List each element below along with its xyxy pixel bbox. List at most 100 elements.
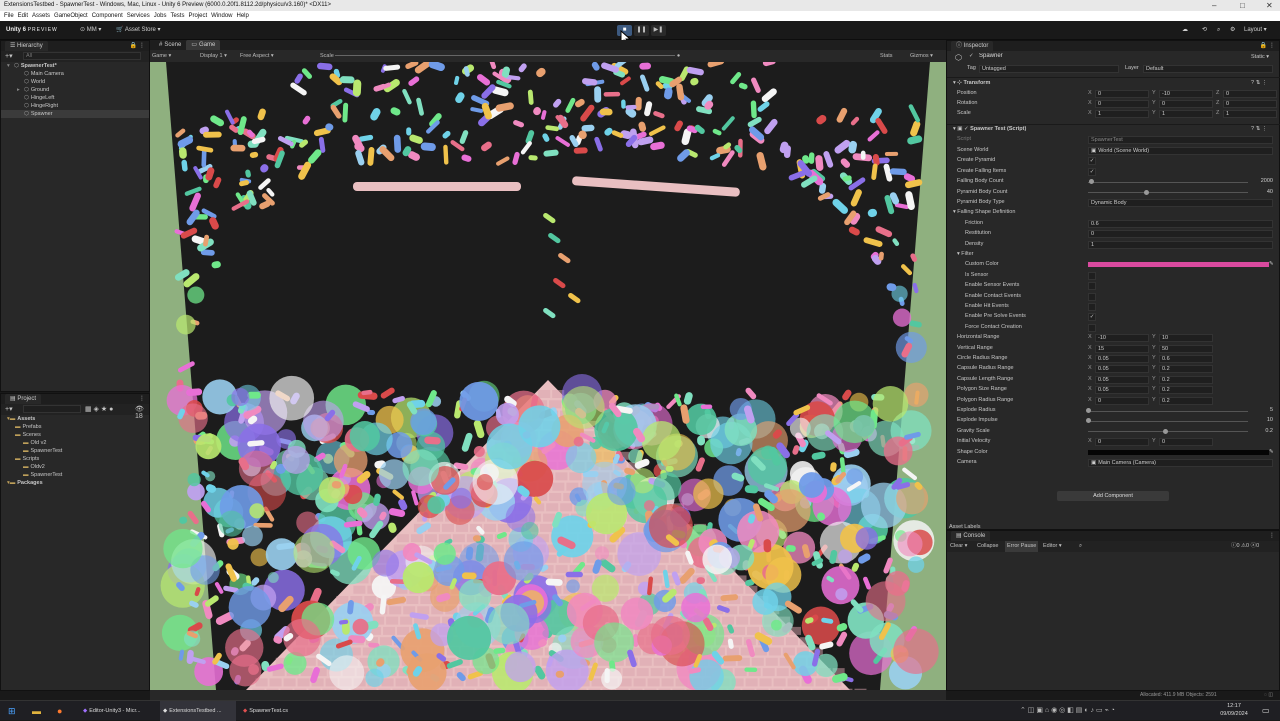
hierarchy-item[interactable]: ▸ ⬡ Ground [1,86,149,94]
tab-inspector[interactable]: ⓘ Inspector [951,41,994,51]
prop-slider-track[interactable] [1088,192,1248,194]
prop-slider-track[interactable] [1088,431,1248,433]
prop-y-field[interactable]: 0 [1159,438,1213,447]
prop-x-field[interactable]: 0.05 [1095,386,1149,395]
account-dropdown[interactable]: ⊙ MM ▾ [80,21,101,40]
prop-slider-value[interactable]: 2000 [1253,178,1273,186]
transform-y-field[interactable]: -10 [1159,90,1213,98]
minimize-icon[interactable]: – [1212,0,1216,11]
script-header[interactable]: ▾ ▣ ✓ Spawner Test (Script) [953,125,1026,134]
hierarchy-item[interactable]: ⬡ World [1,78,149,86]
hierarchy-item[interactable]: ⬡ HingeLeft [1,94,149,102]
hierarchy-item[interactable]: ⬡ HingeRight [1,102,149,110]
prop-x-field[interactable]: 0 [1095,396,1149,405]
prop-slider-track[interactable] [1088,410,1248,412]
prop-obj-field[interactable]: ▣ World (Scene World) [1088,147,1273,155]
menu-component[interactable]: Component [92,13,123,19]
search-icon[interactable]: ⌕ [1217,21,1220,40]
prop-slider-value[interactable]: 5 [1253,407,1273,415]
error-pause-button[interactable]: Error Pause [1005,541,1039,552]
collapse-button[interactable]: Collapse [977,541,998,552]
prop-slider-knob[interactable] [1143,189,1149,195]
project-item[interactable]: ▬ SpawnerTest [1,471,149,479]
tab-hierarchy[interactable]: ☰ Hierarchy [5,41,48,51]
project-item[interactable]: ▬ Scenes [1,431,149,439]
prop-checkbox[interactable] [1088,282,1096,291]
prop-y-field[interactable]: 0.2 [1159,375,1213,384]
layer-dropdown[interactable]: Default [1143,65,1273,73]
menu-services[interactable]: Services [127,13,150,19]
layout-dropdown[interactable]: Layout ▾ [1244,21,1267,40]
transform-x-field[interactable]: 1 [1095,110,1149,118]
stats-button[interactable]: Stats [880,50,893,62]
component-menu-icon[interactable]: ? ⇅ ⋮ [1251,125,1267,134]
taskbar-app[interactable]: ◆ ExtensionsTestbed ... [160,701,236,721]
transform-z-field[interactable]: 0 [1223,100,1277,108]
prop-y-field[interactable]: 0.6 [1159,355,1213,363]
prop-y-field[interactable]: 0.2 [1159,396,1213,405]
aspect-dropdown[interactable]: Free Aspect ▾ [240,50,274,62]
prop-y-field[interactable]: 10 [1159,334,1213,343]
cloud-icon[interactable]: ☁ [1182,21,1188,40]
notification-icon[interactable]: ▭ [1262,701,1270,721]
hierarchy-search-input[interactable]: All [23,52,141,60]
prop-slider-track[interactable] [1088,420,1248,422]
expand-arrow-icon[interactable]: ▸ [17,86,24,94]
gizmos-dropdown[interactable]: Gizmos ▾ [910,50,933,62]
game-view-canvas[interactable] [150,62,946,690]
taskbar-app[interactable]: ◆ Editor-Unity3 - Micr... [80,701,156,721]
add-component-button[interactable]: Add Component [1057,491,1169,501]
prop-color-swatch[interactable] [1088,449,1269,455]
settings-icon[interactable]: ⚙ [1230,21,1235,40]
eyedropper-icon[interactable]: ✎ [1269,260,1274,269]
prop-x-field[interactable]: 0.05 [1095,365,1149,374]
prop-x-field[interactable]: 0.05 [1095,375,1149,384]
transform-header[interactable]: ▾ ⊹ Transform [953,79,990,88]
prop-text-field[interactable]: 1 [1088,240,1273,249]
more-icon[interactable]: ⋮ [139,394,145,404]
transform-z-field[interactable]: 0 [1223,90,1277,98]
prop-y-field[interactable]: 0.2 [1159,365,1213,374]
menu-project[interactable]: Project [188,13,207,19]
console-counts[interactable]: ⓘ0 ⚠0 ⓧ0 [1231,541,1259,552]
close-icon[interactable]: ✕ [1266,0,1273,11]
prop-text-field[interactable]: 0 [1088,230,1273,239]
static-toggle[interactable]: Static ▾ [1251,53,1269,62]
transform-y-field[interactable]: 0 [1159,100,1213,108]
prop-text-field[interactable]: 0.6 [1088,219,1273,228]
menu-assets[interactable]: Assets [32,13,50,19]
hierarchy-item[interactable]: ▾ ⬡ SpawnerTest* [1,62,149,70]
file-explorer-icon[interactable]: ▬ [32,701,41,721]
display-dropdown[interactable]: Display 1 ▾ [200,50,227,62]
menu-file[interactable]: File [4,13,14,19]
more-icon[interactable]: ⋮ [1269,531,1275,541]
add-icon[interactable]: +▾ [5,52,13,60]
tag-dropdown[interactable]: Untagged [979,65,1119,73]
project-item[interactable]: ▬ Oldv2 [1,463,149,471]
prop-y-field[interactable]: 50 [1159,344,1213,353]
project-item[interactable]: ▬ Prefabs [1,423,149,431]
prop-x-field[interactable]: 0.05 [1095,355,1149,363]
prop-slider-knob[interactable] [1086,408,1091,413]
prop-obj-field[interactable]: ▣ Main Camera (Camera) [1088,459,1273,467]
project-item[interactable]: ▬ Old v2 [1,439,149,447]
taskbar-app[interactable]: ◆ SpawnerTest.cs [240,701,316,721]
prop-y-field[interactable]: 0.2 [1159,386,1213,395]
tab-project[interactable]: ▤ Project [5,394,42,404]
add-icon[interactable]: +▾ [5,405,13,413]
history-icon[interactable]: ⟲ [1202,21,1207,40]
prop-slider-track[interactable] [1088,181,1248,183]
prop-checkbox[interactable] [1088,292,1096,301]
transform-y-field[interactable]: 1 [1159,110,1213,118]
windows-start-icon[interactable]: ⊞ [8,701,16,721]
prop-x-field[interactable]: 0 [1095,438,1149,447]
clear-button[interactable]: Clear ▾ [950,541,967,552]
more-icon[interactable]: ⋮ [1269,41,1275,51]
hierarchy-item[interactable]: ⬡ Main Camera [1,70,149,78]
clock[interactable]: 12:17 09/09/2024 [1212,702,1256,720]
lock-icon[interactable]: 🔒 [130,41,137,51]
filter-icon[interactable]: ▦ ◈ ★ ● [85,405,113,413]
tab-game[interactable]: ▭ Game [186,40,221,50]
prop-checkbox[interactable] [1088,271,1096,280]
menu-gameobject[interactable]: GameObject [54,13,88,19]
